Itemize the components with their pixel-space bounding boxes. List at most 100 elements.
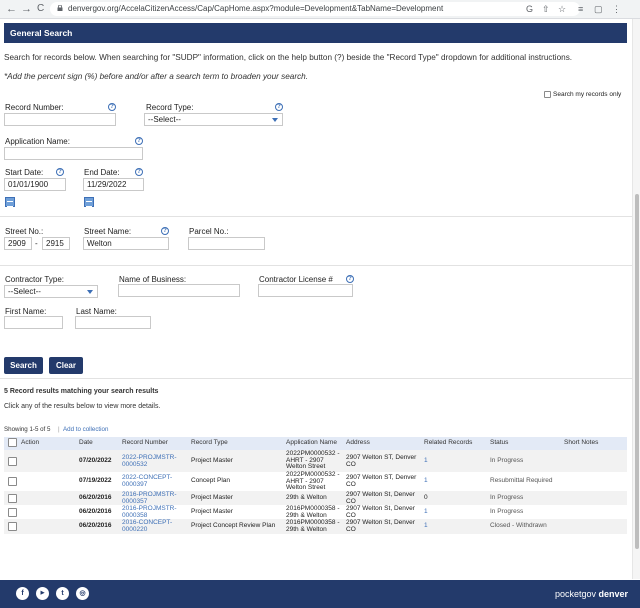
- parcel-no-input[interactable]: [188, 237, 265, 250]
- table-row[interactable]: 07/19/2022 2022-CONCEPT- 0000397 Concept Pl…: [4, 471, 627, 491]
- start-date-calendar-icon[interactable]: [5, 197, 15, 207]
- general-search-header: General Search: [4, 23, 627, 43]
- start-date-value: 01/01/1900: [8, 180, 49, 189]
- bookmark-star-icon[interactable]: ☆: [558, 4, 566, 14]
- related-records-link[interactable]: 0: [424, 494, 428, 502]
- table-row[interactable]: 06/20/2016 2016-PROJMSTR- 0000357 Project M…: [4, 491, 627, 505]
- brand-bold: denver: [598, 589, 628, 599]
- record-type-help-icon[interactable]: ?: [275, 103, 283, 111]
- clear-button[interactable]: Clear: [49, 357, 83, 374]
- row-status: Resubmittal Required: [490, 477, 553, 484]
- street-no-from-input[interactable]: 2909: [4, 237, 32, 250]
- street-no-to-value: 2915: [46, 239, 64, 248]
- google-icon[interactable]: G: [526, 4, 533, 14]
- record-number-help-icon[interactable]: ?: [108, 103, 116, 111]
- street-name-input[interactable]: Welton: [83, 237, 169, 250]
- search-button[interactable]: Search: [4, 357, 43, 374]
- column-header-application-name[interactable]: Application Name: [286, 439, 337, 446]
- column-header-related-records[interactable]: Related Records: [424, 439, 472, 446]
- reading-list-icon[interactable]: ≡: [578, 4, 583, 14]
- more-menu-icon[interactable]: ⋮: [612, 4, 621, 14]
- side-panel-icon[interactable]: ▢: [594, 4, 603, 14]
- row-record-type: Project Master: [191, 457, 233, 464]
- search-my-records-label: Search my records only: [553, 91, 622, 98]
- row-record-type: Concept Plan: [191, 477, 231, 484]
- street-name-help-icon[interactable]: ?: [161, 227, 169, 235]
- record-number-input[interactable]: [4, 113, 116, 126]
- page-scrollbar[interactable]: [632, 19, 640, 579]
- instructions-text: Search for records below. When searching…: [4, 53, 573, 62]
- back-icon[interactable]: ←: [6, 3, 17, 15]
- instagram-icon[interactable]: ◎: [76, 587, 89, 600]
- reload-icon[interactable]: C: [37, 3, 44, 15]
- record-number-label: Record Number:: [5, 103, 64, 112]
- application-name-help-icon[interactable]: ?: [135, 137, 143, 145]
- column-header-status[interactable]: Status: [490, 439, 508, 446]
- related-records-link[interactable]: 1: [424, 457, 428, 465]
- results-hint: Click any of the results below to view m…: [4, 403, 161, 410]
- last-name-input[interactable]: [75, 316, 151, 329]
- record-number-link[interactable]: 0000397: [122, 481, 147, 489]
- column-header-date[interactable]: Date: [79, 439, 93, 446]
- contractor-type-select[interactable]: --Select--: [4, 285, 98, 298]
- row-record-type: Project Concept Review Plan: [191, 522, 276, 529]
- wildcard-hint: *Add the percent sign (%) before and/or …: [4, 72, 309, 81]
- row-status: In Progress: [490, 457, 524, 464]
- row-date: 06/20/2016: [79, 508, 112, 515]
- scrollbar-thumb[interactable]: [635, 194, 639, 549]
- related-records-link[interactable]: 1: [424, 477, 428, 485]
- table-row[interactable]: 07/20/2022 2022-PROJMSTR- 0000532 Project M…: [4, 450, 627, 472]
- street-name-value: Welton: [87, 239, 112, 248]
- record-number-link[interactable]: 0000532: [122, 461, 147, 469]
- street-no-label: Street No.:: [5, 227, 44, 236]
- share-icon[interactable]: ⇧: [542, 4, 550, 14]
- row-record-type: Project Master: [191, 508, 233, 515]
- select-all-checkbox[interactable]: [8, 438, 17, 447]
- search-my-records-checkbox[interactable]: [544, 91, 551, 98]
- street-name-label: Street Name:: [84, 227, 132, 236]
- column-header-short-notes[interactable]: Short Notes: [564, 439, 598, 446]
- forward-icon[interactable]: →: [21, 3, 32, 15]
- column-header-address[interactable]: Address: [346, 439, 370, 446]
- row-checkbox[interactable]: [8, 508, 17, 517]
- start-date-help-icon[interactable]: ?: [56, 168, 64, 176]
- business-name-label: Name of Business:: [119, 275, 187, 284]
- application-name-label: Application Name:: [5, 137, 70, 146]
- pocketgov-brand[interactable]: pocketgov denver: [555, 589, 628, 599]
- row-checkbox[interactable]: [8, 457, 17, 466]
- lock-icon: [57, 5, 63, 11]
- column-header-record-type[interactable]: Record Type: [191, 439, 228, 446]
- first-name-input[interactable]: [4, 316, 63, 329]
- table-row[interactable]: 06/20/2016 2016-PROJMSTR- 0000358 Project M…: [4, 505, 627, 519]
- record-type-select[interactable]: --Select--: [144, 113, 283, 126]
- street-no-to-input[interactable]: 2915: [42, 237, 70, 250]
- facebook-icon[interactable]: f: [16, 587, 29, 600]
- row-address: 2907 Welton St, Denver: [346, 491, 415, 498]
- contractor-license-help-icon[interactable]: ?: [346, 275, 354, 283]
- contractor-license-input[interactable]: [258, 284, 353, 297]
- contractor-license-label: Contractor License #: [259, 275, 333, 284]
- application-name-input[interactable]: [4, 147, 143, 160]
- divider: [0, 216, 632, 217]
- row-checkbox[interactable]: [8, 522, 17, 531]
- youtube-icon[interactable]: ▶: [36, 587, 49, 600]
- column-header-record-number[interactable]: Record Number: [122, 439, 168, 446]
- browser-toolbar: ← → C denvergov.org/AccelaCitizenAccess/…: [0, 0, 640, 19]
- row-checkbox[interactable]: [8, 477, 17, 486]
- related-records-link[interactable]: 1: [424, 508, 428, 516]
- end-date-help-icon[interactable]: ?: [135, 168, 143, 176]
- twitter-icon[interactable]: t: [56, 587, 69, 600]
- table-row[interactable]: 06/20/2016 2016-CONCEPT- 0000220 Project Co…: [4, 519, 627, 534]
- record-number-link[interactable]: 0000220: [122, 526, 147, 534]
- brand-light: pocketgov: [554, 589, 599, 599]
- start-date-input[interactable]: 01/01/1900: [4, 178, 66, 191]
- divider: [0, 265, 632, 266]
- row-date: 06/20/2016: [79, 494, 112, 501]
- business-name-input[interactable]: [118, 284, 240, 297]
- row-checkbox[interactable]: [8, 494, 17, 503]
- related-records-link[interactable]: 1: [424, 522, 428, 530]
- end-date-input[interactable]: 11/29/2022: [83, 178, 144, 191]
- column-header-action[interactable]: Action: [21, 439, 39, 446]
- add-to-collection-link[interactable]: Add to collection: [63, 426, 108, 433]
- end-date-calendar-icon[interactable]: [84, 197, 94, 207]
